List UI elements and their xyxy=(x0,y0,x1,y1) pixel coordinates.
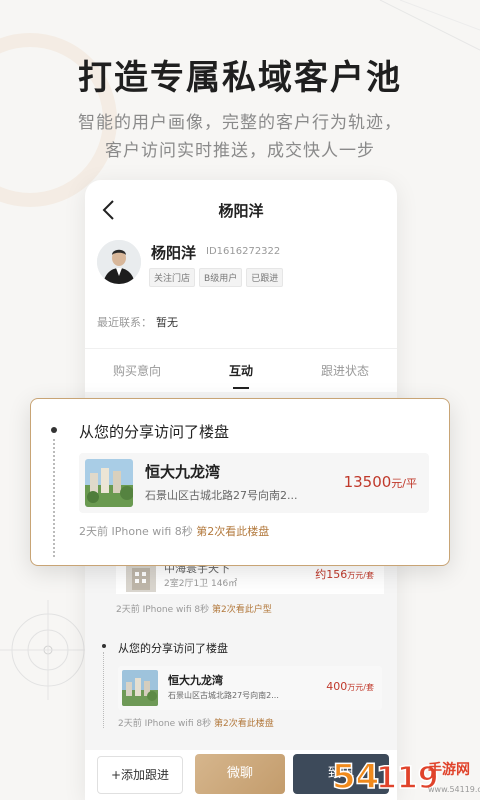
nav-bar: 杨阳洋 xyxy=(85,180,397,240)
profile-id: ID1616272322 xyxy=(206,246,281,257)
visit-meta-prefix: 2天前 IPhone wifi 8秒 xyxy=(116,605,210,615)
timeline-line xyxy=(53,439,57,557)
headline: 打造专属私域客户池 xyxy=(78,58,402,98)
building-thumbnail xyxy=(126,562,156,592)
visit-count: 第2次看此户型 xyxy=(211,605,272,615)
activity-action: 从您的分享访问了楼盘 xyxy=(118,642,228,655)
svg-text:54: 54 xyxy=(332,757,379,797)
tag-list: 关注门店 B级用户 已跟进 xyxy=(149,268,284,287)
featured-activity-card[interactable]: 从您的分享访问了楼盘 恒大九龙湾 石景山区古城北路27号向南2... 13500… xyxy=(30,398,450,566)
property-card[interactable]: 恒大九龙湾 石景山区古城北路27号向南2... 13500元/平 xyxy=(79,453,429,513)
avatar xyxy=(97,240,141,284)
visit-meta-prefix: 2天前 IPhone wifi 8秒 xyxy=(79,525,193,538)
visit-count: 第2次看此楼盘 xyxy=(196,525,270,538)
last-contact: 最近联系： 暂无 xyxy=(97,314,178,330)
subline-1: 智能的用户画像，完整的客户行为轨迹， xyxy=(78,113,402,133)
tag: 关注门店 xyxy=(149,268,196,287)
property-address: 石景山区古城北路27号向南2... xyxy=(145,489,298,502)
property-thumbnail xyxy=(122,670,158,706)
property-price: 约156万元/套 xyxy=(315,566,374,582)
property-layout: 2室2厅1卫 146㎡ xyxy=(164,579,238,589)
property-name: 恒大九龙湾 xyxy=(145,463,221,481)
property-name: 恒大九龙湾 xyxy=(168,674,223,687)
visit-meta: 2天前 IPhone wifi 8秒 第2次看此楼盘 xyxy=(79,523,269,539)
tab-purchase-intent[interactable]: 购买意向 xyxy=(85,349,189,393)
subline-2: 客户访问实时推送，成交快人一步 xyxy=(105,141,375,161)
tag: 已跟进 xyxy=(246,268,284,287)
timeline-dot xyxy=(51,427,57,433)
list-item[interactable]: 从您的分享访问了楼盘 恒大九龙湾 石景山区古城北路27号向南2... 400万元… xyxy=(96,636,396,736)
visit-meta: 2天前 IPhone wifi 8秒 第2次看此楼盘 xyxy=(118,716,274,729)
activity-action: 从您的分享访问了楼盘 xyxy=(79,423,230,441)
property-price: 400万元/套 xyxy=(326,680,374,693)
price-value: 约156 xyxy=(315,568,348,581)
tab-interaction[interactable]: 互动 xyxy=(189,349,293,393)
tab-bar: 购买意向 互动 跟进状态 xyxy=(85,348,397,393)
property-price: 13500元/平 xyxy=(344,473,417,491)
property-thumbnail xyxy=(85,459,133,507)
visit-meta: 2天前 IPhone wifi 8秒 第2次看此户型 xyxy=(116,602,272,615)
last-contact-label: 最近联系： xyxy=(97,316,152,329)
property-address: 石景山区古城北路27号向南2... xyxy=(168,691,279,700)
visit-count: 第2次看此楼盘 xyxy=(213,719,274,729)
page-title: 杨阳洋 xyxy=(218,202,264,220)
watermark-logo: 54 119 手游网 www.54119.com xyxy=(331,756,480,798)
price-unit: 万元/套 xyxy=(347,571,374,580)
add-follow-up-button[interactable]: +添加跟进 xyxy=(97,756,183,794)
last-contact-value: 暂无 xyxy=(156,316,178,329)
timeline-dot xyxy=(102,644,106,648)
property-card[interactable]: 恒大九龙湾 石景山区古城北路27号向南2... 400万元/套 xyxy=(118,666,382,710)
price-value: 13500 xyxy=(343,473,392,491)
svg-text:www.54119.com: www.54119.com xyxy=(428,785,480,794)
tag: B级用户 xyxy=(199,268,243,287)
svg-text:手游网: 手游网 xyxy=(428,761,470,778)
tab-follow-status[interactable]: 跟进状态 xyxy=(293,349,397,393)
visit-meta-prefix: 2天前 IPhone wifi 8秒 xyxy=(118,719,212,729)
price-unit: 万元/套 xyxy=(347,683,374,692)
profile-name: 杨阳洋 xyxy=(151,244,197,262)
list-item[interactable]: 中海寰宇天下 2室2厅1卫 146㎡ 约156万元/套 2天前 IPhone w… xyxy=(96,560,386,626)
chat-button[interactable]: 微聊 xyxy=(195,754,285,794)
timeline-line xyxy=(103,652,104,728)
price-unit: 元/平 xyxy=(391,477,417,490)
price-value: 400 xyxy=(326,680,348,693)
